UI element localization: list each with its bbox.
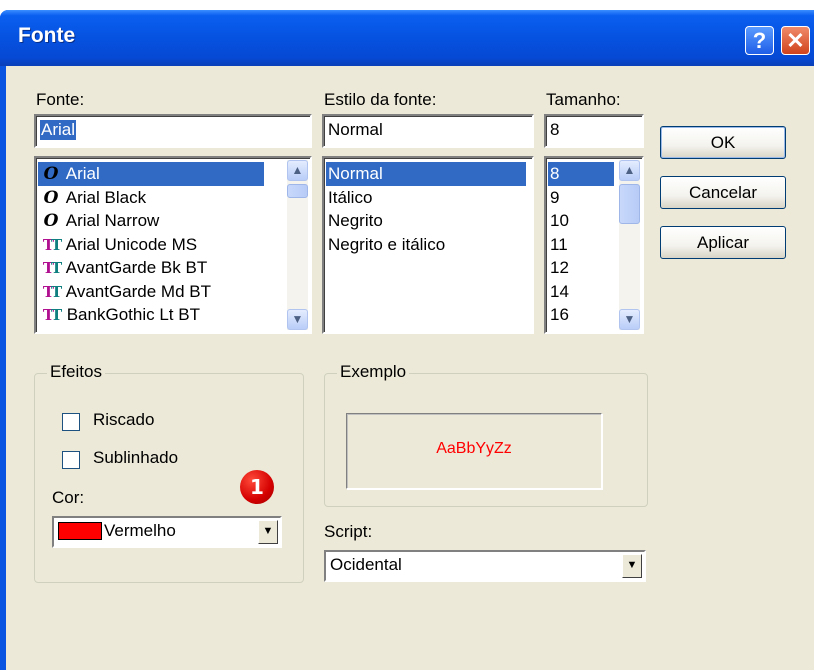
font-style-value: Normal: [328, 120, 383, 139]
scroll-up-icon[interactable]: ▲: [287, 160, 308, 181]
style-list-item[interactable]: Negrito e itálico: [326, 233, 526, 257]
font-style-listbox[interactable]: Normal Itálico Negrito Negrito e itálico: [322, 156, 534, 334]
font-size-value: 8: [550, 120, 560, 139]
help-icon: ?: [752, 28, 767, 53]
size-list-item[interactable]: 14: [548, 280, 614, 304]
truetype-icon: TT: [42, 259, 62, 277]
sample-label: Exemplo: [337, 362, 410, 382]
font-style-label: Estilo da fonte:: [324, 90, 437, 109]
help-button[interactable]: ?: [745, 26, 774, 55]
close-icon: ✕: [786, 28, 805, 53]
script-label: Script:: [324, 522, 373, 541]
font-list-item[interactable]: TT Arial Unicode MS: [38, 233, 264, 257]
font-list-item[interactable]: O Arial Black: [38, 186, 264, 210]
dialog-body: Fonte: Arial O Arial O Arial Black O Arial…: [6, 66, 814, 670]
font-list-item[interactable]: TT AvantGarde Md BT: [38, 280, 264, 304]
style-list-item[interactable]: Negrito: [326, 209, 526, 233]
underline-checkbox[interactable]: [62, 451, 80, 469]
ok-button[interactable]: OK: [660, 126, 786, 159]
font-list-scrollbar[interactable]: ▲ ▼: [287, 160, 308, 330]
font-list-item-label: AvantGarde Bk BT: [62, 258, 208, 277]
font-listbox[interactable]: O Arial O Arial Black O Arial Narrow TT Ari…: [34, 156, 312, 334]
size-list-item[interactable]: 11: [548, 233, 614, 257]
chevron-down-icon[interactable]: ▼: [258, 520, 278, 544]
font-label: Fonte:: [36, 90, 85, 109]
font-style-input[interactable]: Normal: [322, 114, 534, 148]
close-button[interactable]: ✕: [781, 26, 810, 55]
title-bar[interactable]: Fonte ? ✕: [0, 10, 814, 66]
sample-text: AaBbYyZz: [436, 440, 512, 457]
scroll-thumb[interactable]: [287, 184, 308, 198]
scroll-down-icon[interactable]: ▼: [287, 309, 308, 330]
scroll-thumb[interactable]: [619, 184, 640, 224]
font-dialog-window: Fonte ? ✕ Fonte: Arial O Arial O Arial Bl…: [0, 10, 814, 670]
scroll-up-icon[interactable]: ▲: [619, 160, 640, 181]
color-value: Vermelho: [104, 521, 176, 540]
font-list-item[interactable]: O Arial: [38, 162, 264, 186]
strikeout-checkbox[interactable]: [62, 413, 80, 431]
size-list-item[interactable]: 8: [548, 162, 614, 186]
font-list-item-label: Arial Narrow: [62, 211, 160, 230]
size-list-item[interactable]: 12: [548, 256, 614, 280]
strikeout-label: Riscado: [93, 410, 155, 429]
color-label: Cor:: [52, 488, 85, 507]
truetype-icon: TT: [42, 282, 62, 301]
font-size-input[interactable]: 8: [544, 114, 644, 148]
chevron-down-icon[interactable]: ▼: [622, 554, 642, 578]
opentype-icon: O: [43, 164, 59, 184]
script-select[interactable]: Ocidental ▼: [324, 550, 646, 582]
font-list-item[interactable]: TT AvantGarde Bk BT: [38, 256, 264, 280]
color-select[interactable]: Vermelho ▼: [52, 516, 282, 548]
style-list-item[interactable]: Normal: [326, 162, 526, 186]
font-list-item-label: BankGothic Lt BT: [62, 305, 200, 324]
annotation-badge: 1: [240, 470, 274, 504]
font-list-item-label: Arial Unicode MS: [62, 234, 198, 254]
scroll-down-icon[interactable]: ▼: [619, 309, 640, 330]
window-title: Fonte: [18, 24, 76, 47]
cancel-button[interactable]: Cancelar: [660, 176, 786, 209]
font-list-item[interactable]: TT BankGothic Lt BT: [38, 303, 264, 327]
opentype-icon: O: [43, 211, 59, 231]
script-value: Ocidental: [330, 555, 402, 574]
truetype-icon: TT: [42, 235, 62, 254]
font-list-item-label: Arial Black: [62, 187, 147, 207]
size-list-item[interactable]: 10: [548, 209, 614, 233]
opentype-icon: O: [43, 187, 59, 208]
size-list-item[interactable]: 16: [548, 303, 614, 327]
font-list-item-label: AvantGarde Md BT: [62, 281, 211, 301]
font-name-value: Arial: [40, 120, 77, 140]
color-swatch: [58, 522, 102, 540]
font-size-listbox[interactable]: 8 9 10 11 12 14 16 ▲ ▼: [544, 156, 644, 334]
font-list-item-label: Arial: [62, 164, 100, 183]
sample-preview: AaBbYyZz: [346, 413, 602, 489]
underline-label: Sublinhado: [93, 448, 179, 467]
size-list-scrollbar[interactable]: ▲ ▼: [619, 160, 640, 330]
effects-label: Efeitos: [47, 362, 105, 382]
font-list-item[interactable]: O Arial Narrow: [38, 209, 264, 233]
style-list-item[interactable]: Itálico: [326, 186, 526, 210]
apply-button[interactable]: Aplicar: [660, 226, 786, 259]
truetype-icon: TT: [42, 306, 62, 324]
font-size-label: Tamanho:: [546, 90, 621, 109]
font-name-input[interactable]: Arial: [34, 114, 312, 148]
size-list-item[interactable]: 9: [548, 186, 614, 210]
